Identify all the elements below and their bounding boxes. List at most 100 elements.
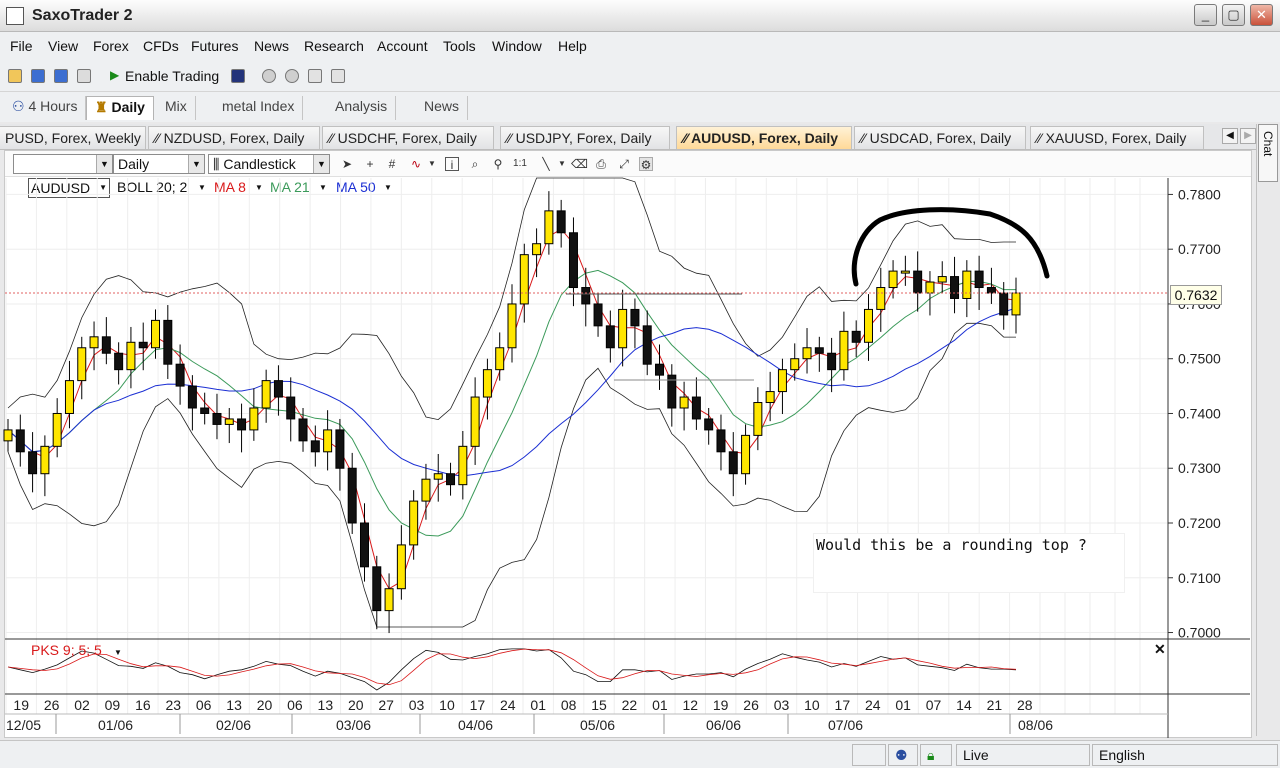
- x-day-label: 26: [743, 697, 759, 713]
- connection-status: Live: [956, 744, 1090, 766]
- candle-body: [3, 429, 13, 442]
- candle-body: [913, 270, 923, 294]
- x-day-label: 17: [835, 697, 851, 713]
- candle-body: [482, 369, 492, 398]
- candle-body: [605, 325, 615, 349]
- candle-body: [691, 396, 701, 420]
- close-indicator-icon[interactable]: ✕: [1154, 641, 1166, 658]
- candle-body: [446, 473, 456, 486]
- candle-body: [323, 429, 333, 453]
- candle-body: [359, 522, 369, 568]
- x-day-label: 07: [926, 697, 942, 713]
- candle-body: [790, 358, 800, 371]
- candle-body: [950, 276, 960, 299]
- candle-body: [175, 363, 185, 387]
- x-day-label: 14: [956, 697, 972, 713]
- candle-body: [519, 254, 529, 305]
- x-day-label: 13: [226, 697, 242, 713]
- candle-body: [433, 473, 443, 480]
- y-tick-label: 0.7500: [1178, 351, 1221, 367]
- candle-body: [814, 347, 824, 354]
- lock-icon: 🔒︎: [920, 744, 952, 766]
- x-day-label: 20: [348, 697, 364, 713]
- x-day-label: 21: [987, 697, 1003, 713]
- chevron-down-icon[interactable]: ▼: [114, 648, 122, 657]
- candle-body: [532, 243, 542, 256]
- candle-body: [962, 270, 972, 299]
- candle-body: [556, 210, 566, 234]
- annotation-text[interactable]: Would this be a rounding top ?: [813, 533, 1125, 593]
- candle-body: [716, 429, 726, 453]
- y-tick-label: 0.7700: [1178, 241, 1221, 257]
- x-day-label: 15: [591, 697, 607, 713]
- x-day-label: 06: [287, 697, 303, 713]
- language-status[interactable]: English: [1092, 744, 1278, 766]
- x-month-label: 03/06: [336, 717, 371, 733]
- x-month-label: 01/06: [98, 717, 133, 733]
- candle-body: [286, 396, 296, 420]
- candle-body: [937, 276, 947, 283]
- x-day-label: 01: [895, 697, 911, 713]
- candle-body: [237, 418, 247, 431]
- oscillator-lines: [7, 648, 1017, 691]
- candle-body: [28, 451, 38, 475]
- candle-body: [126, 341, 136, 371]
- x-day-label: 19: [13, 697, 29, 713]
- candle-body: [64, 380, 74, 414]
- candle-body: [273, 380, 283, 398]
- candle-body: [77, 347, 87, 382]
- candle-body: [630, 308, 640, 327]
- candle-body: [618, 308, 628, 349]
- x-month-label: 02/06: [216, 717, 251, 733]
- candle-body: [839, 330, 849, 371]
- candle-body: [986, 287, 996, 294]
- candle-body: [974, 270, 984, 289]
- x-day-label: 01: [530, 697, 546, 713]
- candle-body: [741, 434, 751, 475]
- candle-body: [261, 380, 271, 409]
- candle-body: [298, 418, 308, 442]
- candle-body: [138, 341, 148, 349]
- user-icon[interactable]: ⚉: [888, 744, 918, 766]
- candle-body: [876, 287, 886, 310]
- x-day-label: 19: [713, 697, 729, 713]
- y-tick-label: 0.7200: [1178, 515, 1221, 531]
- candle-body: [863, 308, 873, 343]
- candle-body: [335, 429, 345, 469]
- candle-body: [89, 336, 99, 349]
- candle-body: [655, 363, 665, 376]
- candle-body: [802, 347, 812, 360]
- indicator-label[interactable]: PKS 9; 5; 5: [31, 642, 102, 658]
- candle-body: [40, 445, 50, 475]
- candle-body: [642, 325, 652, 365]
- price-chart-canvas[interactable]: 0.78000.77000.76000.75000.74000.73000.72…: [0, 0, 1280, 768]
- candle-body: [384, 588, 394, 612]
- time-axis-labels: 19 26 02 09 16 23 06 13 20 06 13 20 27 03 10 17 24 01 08 15…: [6, 697, 1053, 734]
- candle-body: [593, 303, 603, 327]
- y-tick-label: 0.7400: [1178, 405, 1221, 421]
- x-day-label: 27: [378, 697, 394, 713]
- status-bar: ⚉ 🔒︎ Live English: [0, 740, 1280, 768]
- candle-body: [151, 319, 161, 349]
- candle-body: [1011, 292, 1021, 316]
- candle-body: [765, 391, 775, 404]
- x-day-label: 03: [774, 697, 790, 713]
- candle-body: [310, 440, 320, 453]
- x-day-label: 03: [409, 697, 425, 713]
- candle-body: [421, 478, 431, 502]
- x-month-label: 04/06: [458, 717, 493, 733]
- candle-body: [728, 451, 738, 475]
- x-day-label: 12: [682, 697, 698, 713]
- pks-d-line: [7, 648, 1017, 686]
- candle-body: [544, 210, 554, 245]
- x-day-label: 08: [561, 697, 577, 713]
- x-day-label: 09: [105, 697, 121, 713]
- x-month-label: 06/06: [706, 717, 741, 733]
- candle-body: [101, 336, 111, 354]
- candle-body: [15, 429, 25, 453]
- x-month-label: 07/06: [828, 717, 863, 733]
- y-tick-label: 0.7000: [1178, 625, 1221, 641]
- candle-body: [212, 412, 222, 425]
- x-month-label: 12/05: [6, 717, 41, 733]
- x-day-label: 01: [652, 697, 668, 713]
